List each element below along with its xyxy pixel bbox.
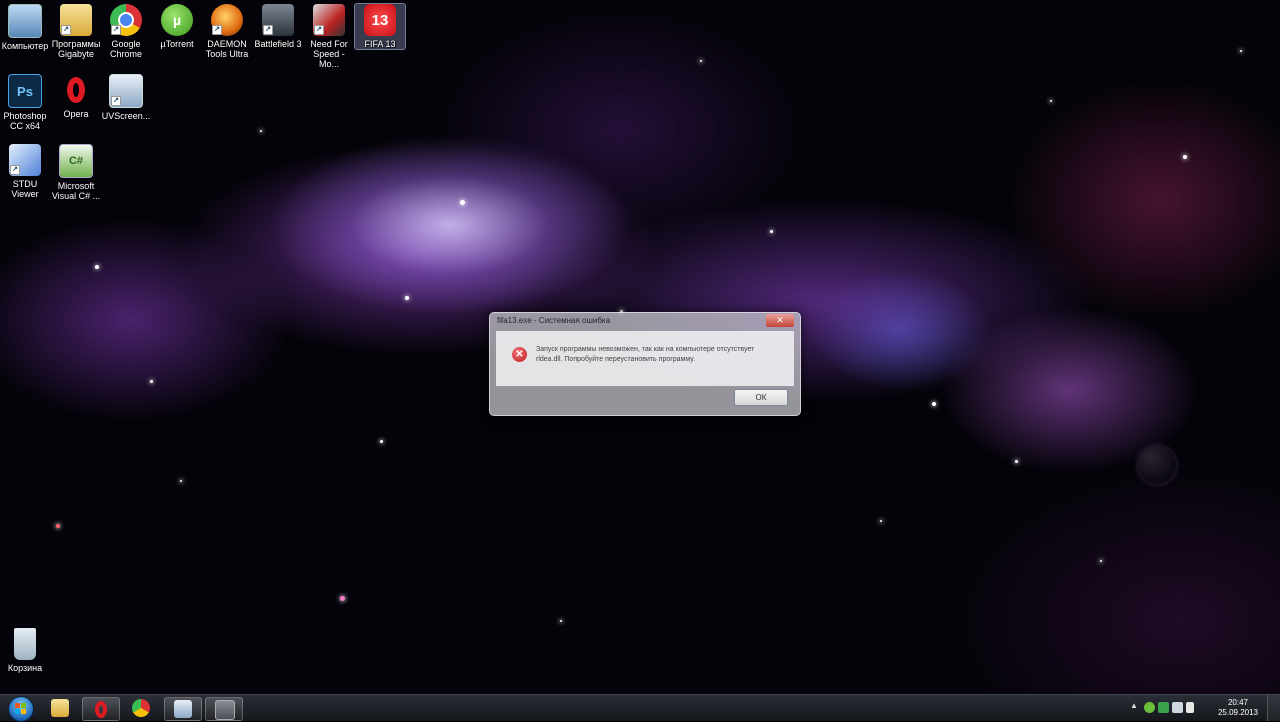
star bbox=[1183, 155, 1187, 159]
show-desktop-button[interactable] bbox=[1267, 695, 1280, 721]
icon-label: Программы Gigabyte bbox=[51, 39, 101, 59]
star bbox=[380, 440, 383, 443]
star bbox=[1050, 100, 1052, 102]
desktop-icon-stdu-viewer[interactable]: ↗ STDU Viewer bbox=[0, 144, 50, 199]
taskbar-uvscreen[interactable] bbox=[164, 697, 202, 721]
star bbox=[1100, 560, 1102, 562]
star bbox=[560, 620, 562, 622]
utorrent-icon: µ bbox=[161, 4, 193, 36]
desktop-icon-uvscreen[interactable]: ↗ UVScreen... bbox=[101, 74, 151, 121]
nfs-icon: ↗ bbox=[313, 4, 345, 36]
desktop-icon-google-chrome[interactable]: ↗ Google Chrome bbox=[101, 4, 151, 59]
icon-label: Google Chrome bbox=[109, 39, 142, 59]
desktop-icon-utorrent[interactable]: µ µTorrent bbox=[152, 4, 202, 49]
icon-label: Корзина bbox=[7, 663, 43, 673]
star bbox=[880, 520, 882, 522]
uvscreen-icon: ↗ bbox=[109, 74, 143, 108]
icon-label: STDU Viewer bbox=[11, 179, 39, 199]
battlefield-icon: ↗ bbox=[262, 4, 294, 36]
clock-time: 20:47 bbox=[1227, 698, 1248, 707]
dialog-content: ✕ Запуск программы невозможен, так как н… bbox=[496, 331, 794, 386]
fifa-icon: 13 bbox=[364, 4, 396, 36]
icon-label: Photoshop CC x64 bbox=[3, 111, 47, 131]
daemon-tools-icon: ↗ bbox=[211, 4, 243, 36]
taskbar-chrome[interactable] bbox=[123, 697, 159, 719]
show-hidden-icons-icon[interactable]: ▲ bbox=[1130, 701, 1138, 710]
chrome-icon bbox=[132, 699, 150, 717]
desktop-icon-daemon-tools[interactable]: ↗ DAEMON Tools Ultra bbox=[202, 4, 252, 59]
windows-logo-icon bbox=[8, 696, 34, 722]
flag-tray-icon[interactable] bbox=[1172, 702, 1183, 713]
desktop-icon-need-for-speed[interactable]: ↗ Need For Speed - Mo... bbox=[304, 4, 354, 69]
desktop-icon-fifa-13[interactable]: 13 FIFA 13 bbox=[354, 3, 406, 50]
dialog-titlebar[interactable]: fifa13.exe - Системная ошибка ✕ bbox=[490, 313, 800, 329]
desktop-icon-photoshop[interactable]: Ps Photoshop CC x64 bbox=[0, 74, 50, 131]
opera-icon bbox=[92, 700, 110, 718]
explorer-icon bbox=[51, 699, 69, 717]
desktop-icon-visual-csharp[interactable]: C# Microsoft Visual C# ... bbox=[51, 144, 101, 201]
taskbar-opera[interactable] bbox=[82, 697, 120, 721]
desktop-wallpaper: Компьютер ↗ Программы Gigabyte ↗ Google … bbox=[0, 0, 1280, 694]
icon-label: Battlefield 3 bbox=[254, 39, 302, 49]
icon-label: Компьютер bbox=[1, 41, 49, 51]
volume-icon[interactable] bbox=[1186, 702, 1194, 713]
icon-label: Need For Speed - Mo... bbox=[310, 39, 348, 69]
ok-button[interactable]: ОК bbox=[734, 389, 788, 406]
planet bbox=[1138, 446, 1176, 484]
folder-icon: ↗ bbox=[60, 4, 92, 36]
close-button[interactable]: ✕ bbox=[766, 314, 794, 327]
system-tray: ▲ 20:47 25.09.2013 bbox=[1130, 695, 1280, 721]
icon-label: Microsoft Visual C# ... bbox=[51, 181, 101, 201]
fifa-window-icon bbox=[215, 700, 235, 720]
start-button[interactable] bbox=[2, 696, 40, 722]
stdu-viewer-icon: ↗ bbox=[9, 144, 41, 176]
star bbox=[56, 524, 60, 528]
clock-date: 25.09.2013 bbox=[1217, 708, 1258, 717]
computer-icon bbox=[8, 4, 42, 38]
star bbox=[95, 265, 99, 269]
taskbar: ▲ 20:47 25.09.2013 bbox=[0, 694, 1280, 722]
desktop-icon-gigabyte-programs[interactable]: ↗ Программы Gigabyte bbox=[51, 4, 101, 59]
taskbar-explorer[interactable] bbox=[42, 697, 78, 719]
error-icon: ✕ bbox=[512, 347, 527, 362]
star bbox=[1015, 460, 1018, 463]
icon-label: Opera bbox=[63, 109, 89, 119]
recycle-bin-icon bbox=[14, 628, 36, 660]
star bbox=[405, 296, 409, 300]
desktop-icon-recycle-bin[interactable]: Корзина bbox=[0, 628, 50, 673]
taskbar-fifa-window[interactable] bbox=[205, 697, 243, 721]
star bbox=[700, 60, 702, 62]
icon-label: DAEMON Tools Ultra bbox=[205, 39, 249, 59]
utorrent-tray-icon[interactable] bbox=[1144, 702, 1155, 713]
photoshop-icon: Ps bbox=[8, 74, 42, 108]
uvscreen-icon bbox=[174, 700, 192, 718]
icon-label: FIFA 13 bbox=[364, 39, 396, 49]
star bbox=[150, 380, 153, 383]
network-tray-icon[interactable] bbox=[1158, 702, 1169, 713]
star bbox=[340, 596, 345, 601]
visual-csharp-icon: C# bbox=[59, 144, 93, 178]
star bbox=[932, 402, 936, 406]
error-message: Запуск программы невозможен, так как на … bbox=[536, 346, 755, 363]
icon-label: UVScreen... bbox=[101, 111, 151, 121]
star bbox=[180, 480, 182, 482]
desktop-icon-opera[interactable]: Opera bbox=[51, 74, 101, 119]
error-dialog: fifa13.exe - Системная ошибка ✕ ✕ Запуск… bbox=[489, 312, 801, 416]
opera-icon bbox=[60, 74, 92, 106]
clock[interactable]: 20:47 25.09.2013 bbox=[1218, 698, 1258, 718]
icon-label: µTorrent bbox=[160, 39, 194, 49]
star bbox=[460, 200, 465, 205]
star bbox=[260, 130, 262, 132]
chrome-icon: ↗ bbox=[110, 4, 142, 36]
star bbox=[770, 230, 773, 233]
desktop-icon-battlefield-3[interactable]: ↗ Battlefield 3 bbox=[253, 4, 303, 49]
dialog-title: fifa13.exe - Системная ошибка bbox=[497, 316, 611, 325]
star bbox=[1240, 50, 1242, 52]
desktop-icon-computer[interactable]: Компьютер bbox=[0, 4, 50, 51]
